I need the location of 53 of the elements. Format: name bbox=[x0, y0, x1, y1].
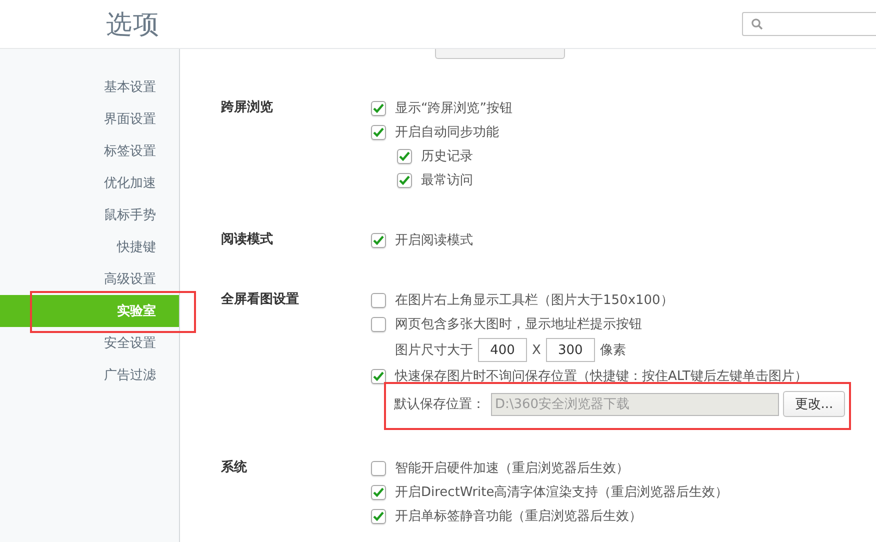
search-field[interactable] bbox=[742, 12, 876, 36]
page-title: 选项 bbox=[106, 8, 160, 42]
option-label: 开启单标签静音功能（重启浏览器后生效） bbox=[395, 508, 642, 525]
option-label: 网页包含多张大图时，显示地址栏提示按钮 bbox=[395, 316, 642, 333]
option-label: 历史记录 bbox=[421, 148, 473, 165]
section-title: 跨屏浏览 bbox=[221, 98, 274, 117]
checkbox[interactable] bbox=[371, 368, 386, 384]
checkbox[interactable] bbox=[397, 172, 412, 188]
section-title: 阅读模式 bbox=[221, 231, 274, 249]
option-label: 智能开启硬件加速（重启浏览器后生效） bbox=[395, 460, 629, 477]
check-icon bbox=[399, 175, 410, 185]
sidebar-item[interactable]: 快捷键 bbox=[0, 231, 179, 263]
sidebar-item[interactable]: 标签设置 bbox=[0, 135, 179, 167]
checkbox[interactable] bbox=[371, 292, 386, 308]
unit-label: 像素 bbox=[600, 342, 626, 359]
sidebar-item[interactable]: 基本设置 bbox=[0, 71, 179, 103]
check-icon bbox=[373, 103, 384, 113]
check-icon bbox=[373, 127, 384, 137]
sidebar-item[interactable]: 鼠标手势 bbox=[0, 199, 179, 231]
checkbox[interactable] bbox=[371, 124, 386, 140]
option-label: 快速保存图片时不询问保存位置（快捷键：按住ALT键后左键单击图片） bbox=[395, 368, 808, 385]
section-title: 全屏看图设置 bbox=[221, 291, 300, 309]
width-field[interactable]: 400 bbox=[478, 338, 527, 362]
section-title: 系统 bbox=[221, 458, 248, 477]
option-label: 开启DirectWrite高清字体渲染支持（重启浏览器后生效） bbox=[395, 484, 728, 501]
checkbox[interactable] bbox=[371, 508, 386, 524]
times-sign: X bbox=[532, 342, 541, 358]
check-icon bbox=[373, 371, 384, 381]
sidebar-item[interactable]: 界面设置 bbox=[0, 103, 179, 135]
sidebar-item[interactable]: 高级设置 bbox=[0, 263, 179, 295]
option-label: 开启阅读模式 bbox=[395, 232, 473, 249]
option-label: 在图片右上角显示工具栏（图片大于150x100） bbox=[395, 292, 674, 309]
checkbox[interactable] bbox=[371, 232, 386, 248]
save-location-label: 默认保存位置： bbox=[394, 396, 485, 413]
checkbox[interactable] bbox=[371, 316, 386, 332]
change-button[interactable]: 更改... bbox=[783, 391, 845, 417]
sidebar-item[interactable]: 优化加速 bbox=[0, 167, 179, 199]
size-label: 图片尺寸大于 bbox=[395, 342, 473, 359]
check-icon bbox=[373, 487, 384, 497]
height-field[interactable]: 300 bbox=[546, 338, 595, 362]
option-label: 开启自动同步功能 bbox=[395, 124, 499, 141]
checkbox[interactable] bbox=[371, 484, 386, 500]
option-label: 最常访问 bbox=[421, 172, 473, 189]
checkbox[interactable] bbox=[397, 148, 412, 164]
check-icon bbox=[373, 511, 384, 521]
check-icon bbox=[399, 151, 410, 161]
option-label: 显示“跨屏浏览”按钮 bbox=[395, 100, 512, 117]
checkbox[interactable] bbox=[371, 100, 386, 116]
search-icon bbox=[751, 18, 763, 30]
checkbox[interactable] bbox=[371, 460, 386, 476]
sidebar-item[interactable]: 广告过滤 bbox=[0, 359, 179, 391]
check-icon bbox=[373, 235, 384, 245]
sidebar-item[interactable]: 安全设置 bbox=[0, 327, 179, 359]
